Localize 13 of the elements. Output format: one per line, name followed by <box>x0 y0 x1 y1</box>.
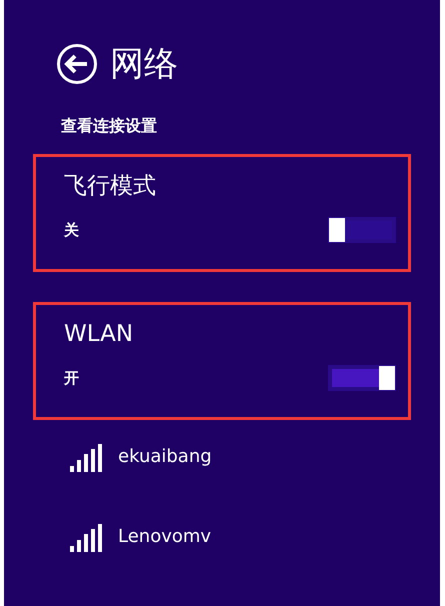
panel-title: 网络 <box>110 43 178 86</box>
signal-icon <box>70 524 104 552</box>
network-name[interactable]: Lenovomv <box>118 526 212 548</box>
signal-icon <box>70 444 104 472</box>
toggle-switch[interactable] <box>328 217 396 243</box>
back-icon[interactable] <box>56 43 98 85</box>
view-connection-settings-link[interactable]: 查看连接设置 <box>61 116 440 136</box>
setting-title: 飞行模式 <box>64 172 157 201</box>
network-name[interactable]: ekuaibang <box>118 446 212 468</box>
toggle-switch[interactable] <box>328 365 396 391</box>
state-label: 开 <box>64 368 79 388</box>
state-label: 关 <box>64 220 79 240</box>
setting-title: WLAN <box>64 320 134 349</box>
